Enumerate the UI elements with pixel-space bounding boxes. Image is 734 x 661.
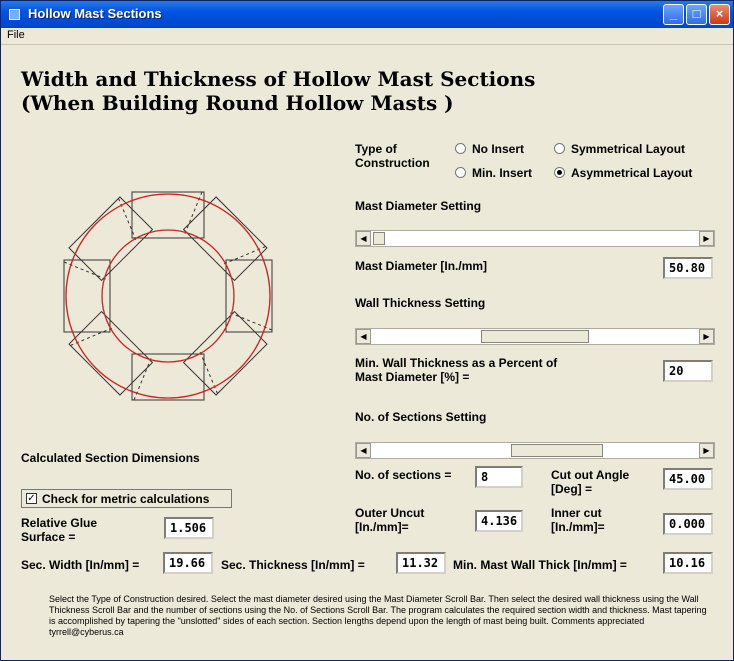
page-title: Width and Thickness of Hollow Mast Secti…: [21, 67, 536, 91]
title-bar[interactable]: Hollow Mast Sections _ □ ×: [1, 1, 733, 28]
glue-surface-label-1: Relative Glue: [21, 516, 98, 530]
metric-checkbox-row[interactable]: ✓ Check for metric calculations: [21, 489, 232, 508]
mast-diameter-field[interactable]: 50.80: [663, 257, 713, 279]
maximize-icon[interactable]: □: [686, 4, 707, 25]
page-subtitle: (When Building Round Hollow Masts ): [21, 91, 454, 115]
scroll-left-arrow-icon[interactable]: ◀: [356, 443, 371, 458]
metric-checkbox[interactable]: ✓: [26, 493, 37, 504]
wall-thickness-label-2: Mast Diameter [%] =: [355, 370, 470, 384]
mast-section-piece: [68, 196, 154, 282]
mast-section-piece: [182, 196, 268, 282]
scroll-right-arrow-icon[interactable]: ▶: [699, 443, 714, 458]
construction-label-1: Type of: [355, 142, 397, 156]
wall-thickness-label-1: Min. Wall Thickness as a Percent of: [355, 356, 558, 370]
inner-cut-field[interactable]: 0.000: [663, 513, 713, 535]
mast-diameter-scrollbar[interactable]: ◀ ▶: [355, 230, 715, 247]
inner-cut-label-1: Inner cut: [551, 506, 602, 520]
scroll-left-arrow-icon[interactable]: ◀: [356, 231, 371, 246]
sections-count-label: No. of sections =: [355, 468, 452, 482]
mast-section-piece: [63, 259, 111, 333]
cutout-angle-label-2: [Deg] =: [551, 482, 593, 496]
outer-circle: [65, 193, 271, 399]
menu-bar: File: [1, 28, 733, 45]
glue-surface-field[interactable]: 1.506: [164, 517, 214, 539]
scroll-thumb[interactable]: [373, 232, 385, 245]
calculated-heading: Calculated Section Dimensions: [21, 451, 200, 465]
section-thickness-label: Sec. Thickness [In/mm] =: [221, 558, 365, 572]
scroll-right-arrow-icon[interactable]: ▶: [699, 329, 714, 344]
section-thickness-field[interactable]: 11.32: [396, 552, 446, 574]
scroll-right-arrow-icon[interactable]: ▶: [699, 231, 714, 246]
mast-diameter-setting-label: Mast Diameter Setting: [355, 199, 482, 213]
scroll-thumb[interactable]: [511, 444, 603, 457]
mast-section-piece: [68, 310, 154, 396]
section-width-label: Sec. Width [In/mm] =: [21, 558, 140, 572]
mast-section-piece: [225, 259, 273, 333]
scroll-thumb[interactable]: [481, 330, 589, 343]
window-title: Hollow Mast Sections: [28, 6, 162, 21]
radio-circle[interactable]: [455, 143, 466, 154]
radio-circle[interactable]: [554, 143, 565, 154]
outer-uncut-field[interactable]: 4.136: [475, 510, 523, 532]
min-wall-thick-label: Min. Mast Wall Thick [In/mm] =: [453, 558, 627, 572]
radio-asymmetrical[interactable]: Asymmetrical Layout: [554, 166, 692, 180]
inner-cut-label-2: [In./mm]=: [551, 520, 605, 534]
radio-min-insert[interactable]: Min. Insert: [455, 166, 532, 180]
outer-uncut-label-1: Outer Uncut: [355, 506, 425, 520]
cutout-angle-field[interactable]: 45.00: [663, 468, 713, 490]
wall-thickness-field[interactable]: 20: [663, 360, 713, 382]
outer-uncut-label-2: [In./mm]=: [355, 520, 409, 534]
mast-section-piece: [131, 353, 205, 401]
glue-surface-label-2: Surface =: [21, 530, 76, 544]
wall-thickness-scrollbar[interactable]: ◀ ▶: [355, 328, 715, 345]
metric-checkbox-label: Check for metric calculations: [42, 492, 210, 506]
mast-section-diagram: [63, 191, 273, 401]
minimize-icon[interactable]: _: [663, 4, 684, 25]
min-wall-thick-field[interactable]: 10.16: [663, 552, 713, 574]
mast-section-piece: [131, 191, 205, 239]
app-window: Hollow Mast Sections _ □ × File Width an…: [0, 0, 734, 661]
close-icon[interactable]: ×: [709, 4, 730, 25]
instructions-text: Select the Type of Construction desired.…: [49, 594, 707, 637]
radio-no-insert[interactable]: No Insert: [455, 142, 524, 156]
sections-setting-label: No. of Sections Setting: [355, 410, 487, 424]
inner-circle: [101, 229, 235, 363]
wall-thickness-setting-label: Wall Thickness Setting: [355, 296, 486, 310]
scroll-left-arrow-icon[interactable]: ◀: [356, 329, 371, 344]
menu-file[interactable]: File: [7, 29, 25, 41]
radio-symmetrical[interactable]: Symmetrical Layout: [554, 142, 685, 156]
section-width-field[interactable]: 19.66: [163, 552, 213, 574]
sections-count-field[interactable]: 8: [475, 466, 523, 488]
cutout-angle-label-1: Cut out Angle: [551, 468, 630, 482]
construction-label-2: Construction: [355, 156, 430, 170]
radio-circle[interactable]: [455, 167, 466, 178]
mast-diameter-label: Mast Diameter [In./mm]: [355, 259, 488, 273]
mast-section-piece: [182, 310, 268, 396]
app-icon: [9, 9, 20, 20]
radio-circle-selected[interactable]: [554, 167, 565, 178]
sections-scrollbar[interactable]: ◀ ▶: [355, 442, 715, 459]
